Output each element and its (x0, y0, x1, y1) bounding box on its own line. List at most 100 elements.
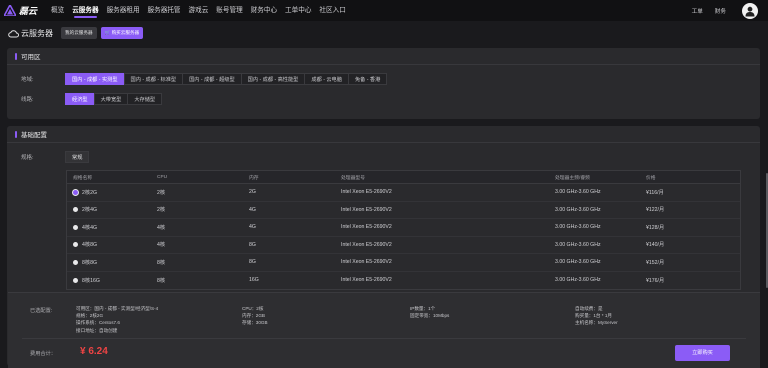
summary-line: 自动续费：是 (575, 306, 603, 311)
radio-selected[interactable] (73, 189, 78, 195)
summary-line: 规格：2核2G (76, 313, 104, 319)
summary-line: 接口地址：自动创建 (76, 327, 118, 333)
cell-name: 4核4G (67, 224, 157, 231)
region-option-chengdu-standard[interactable]: 国内 - 成都 - 标准型 (123, 73, 184, 85)
region-panel: 可用区 地域: 国内 - 成都 - 实测型 国内 - 成都 - 标准型 国内 -… (7, 48, 760, 119)
radio[interactable] (73, 277, 78, 283)
summary-line: 存储：30GB (242, 320, 268, 326)
region-option-chengdu-test[interactable]: 国内 - 成都 - 实测型 (65, 73, 125, 85)
cloud-icon (8, 29, 19, 37)
brand-logo[interactable]: 磊云 (4, 4, 37, 17)
my-cloud-servers-button[interactable]: 我的云服务器 (61, 27, 97, 39)
cell-price: ¥140/月 (646, 242, 665, 249)
page-header: 云服务器 我的云服务器 🛒 购买云服务器 (8, 27, 147, 39)
cell-memory: 4G (249, 206, 256, 213)
cell-name-text: 4核4G (82, 224, 97, 231)
cell-processor: Intel Xeon E5-2690V2 (341, 206, 392, 213)
cell-frequency: 3.00 GHz-3.60 GHz (555, 189, 601, 196)
cell-price: ¥176/月 (646, 277, 665, 284)
cell-cpu: 4核 (157, 224, 166, 231)
summary-line: CPU：2核 (242, 306, 264, 311)
summary-col-region: 可用区：国内 - 成都 - 实测型/经济型/S-4 规格：2核2G 操作系统：C… (76, 305, 158, 334)
col-header-processor: 处理器型号 (341, 175, 365, 181)
nav-item-overview[interactable]: 概览 (51, 0, 64, 21)
col-header-name: 规格名称 (73, 175, 93, 181)
nav-item-ticket[interactable]: 工单中心 (285, 0, 311, 21)
cell-memory: 8G (249, 241, 256, 248)
radio[interactable] (73, 242, 78, 248)
col-header-cpu: CPU (157, 174, 168, 180)
user-icon (745, 6, 755, 16)
radio[interactable] (73, 224, 78, 230)
table-row[interactable]: 4核4G 4核 4G Intel Xeon E5-2690V2 3.00 GHz… (67, 219, 740, 237)
nav-item-cloud-server[interactable]: 云服务器 (72, 0, 99, 21)
nav-item-server-rental[interactable]: 服务器租用 (107, 0, 140, 21)
cell-frequency: 3.00 GHz-3.60 GHz (555, 206, 601, 213)
summary-col-billing: 自动续费：是 购买量：1台 * 1月 主机名称：MyServer (575, 305, 618, 327)
summary-line: 主机名称：MyServer (575, 320, 618, 326)
line-option-large-storage[interactable]: 大存储型 (127, 93, 163, 105)
cell-frequency: 3.00 GHz-3.60 GHz (555, 259, 601, 266)
cart-icon: 🛒 (104, 30, 112, 35)
logo-mark-icon (4, 5, 16, 16)
buy-cloud-server-label: 购买云服务器 (111, 30, 140, 35)
summary-divider (22, 338, 746, 339)
cell-cpu: 8核 (157, 259, 166, 266)
top-link-ticket[interactable]: 工单 (692, 7, 703, 15)
cell-cpu: 8核 (157, 277, 166, 284)
buy-cloud-server-button[interactable]: 🛒 购买云服务器 (100, 27, 144, 39)
region-option-hongkong[interactable]: 免备 - 香港 (347, 73, 388, 85)
region-option-chengdu-super[interactable]: 国内 - 成都 - 超级型 (182, 73, 242, 85)
cell-frequency: 3.00 GHz-3.60 GHz (555, 241, 601, 248)
table-row[interactable]: 8核16G 8核 16G Intel Xeon E5-2690V2 3.00 G… (67, 272, 740, 290)
cell-name-text: 2核2G (82, 189, 97, 196)
cell-processor: Intel Xeon E5-2690V2 (341, 277, 392, 284)
spec-tab-regular[interactable]: 常规 (65, 151, 90, 163)
cell-price: ¥152/月 (646, 259, 665, 266)
spec-label: 规格: (21, 155, 34, 161)
table-row[interactable]: 2核2G 2核 2G Intel Xeon E5-2690V2 3.00 GHz… (67, 184, 740, 202)
cell-name-text: 8核16G (82, 277, 100, 284)
summary-line: 内存：2GB (242, 313, 265, 319)
order-summary-bar: 已选配置: 可用区：国内 - 成都 - 实测型/经济型/S-4 规格：2核2G … (8, 292, 760, 368)
table-row[interactable]: 8核8G 8核 8G Intel Xeon E5-2690V2 3.00 GHz… (67, 254, 740, 272)
cell-name-text: 2核4G (82, 207, 97, 214)
cell-name: 2核2G (67, 189, 157, 196)
fee-total-price: ¥ 6.24 (80, 346, 108, 357)
selected-config-label: 已选配置: (30, 308, 53, 314)
region-option-chengdu-cloud-pc[interactable]: 成都 - 云电脑 (304, 73, 349, 85)
line-row: 线路: 经济型 大带宽型 大存储型 (21, 93, 163, 105)
line-option-large-bandwidth[interactable]: 大带宽型 (93, 93, 129, 105)
nav-item-community[interactable]: 社区入口 (319, 0, 345, 21)
nav-item-server-hosting[interactable]: 服务器托管 (148, 0, 181, 21)
cell-price: ¥128/月 (646, 224, 665, 231)
nav-item-finance[interactable]: 财务中心 (251, 0, 277, 21)
table-row[interactable]: 4核8G 4核 8G Intel Xeon E5-2690V2 3.00 GHz… (67, 237, 740, 254)
fee-total-label: 费用合计： (30, 351, 56, 357)
nav-item-game-cloud[interactable]: 游戏云 (189, 0, 209, 21)
main-nav: 概览 云服务器 服务器租用 服务器托管 游戏云 账号管理 财务中心 工单中心 社… (51, 0, 354, 21)
avatar[interactable] (742, 2, 758, 19)
config-panel-header: 基础配置 (7, 126, 760, 143)
nav-item-account[interactable]: 账号管理 (216, 0, 242, 21)
cell-processor: Intel Xeon E5-2690V2 (341, 224, 392, 231)
spec-table: 规格名称 CPU 内存 处理器型号 处理器主频/睿频 价格 2核2G 2核 2G… (66, 170, 741, 290)
table-row[interactable]: 2核4G 2核 4G Intel Xeon E5-2690V2 3.00 GHz… (67, 202, 740, 219)
table-header: 规格名称 CPU 内存 处理器型号 处理器主频/睿频 价格 (67, 171, 740, 184)
region-option-chengdu-high-perf[interactable]: 国内 - 成都 - 高性能型 (240, 73, 306, 85)
cell-cpu: 2核 (157, 207, 166, 214)
buy-now-button[interactable]: 立即购买 (675, 345, 730, 361)
section-accent-bar (15, 130, 17, 138)
region-panel-title: 可用区 (21, 54, 41, 61)
radio[interactable] (73, 207, 78, 213)
col-header-frequency: 处理器主频/睿频 (555, 175, 590, 181)
line-option-economy[interactable]: 经济型 (65, 93, 95, 105)
cell-name: 8核8G (67, 259, 157, 266)
cell-memory: 8G (249, 259, 256, 266)
cell-name: 4核8G (67, 241, 157, 248)
radio[interactable] (73, 259, 78, 265)
cell-name: 2核4G (67, 206, 157, 213)
cell-memory: 16G (249, 277, 259, 284)
top-link-finance[interactable]: 财务 (715, 7, 726, 15)
line-label: 线路: (21, 97, 34, 103)
